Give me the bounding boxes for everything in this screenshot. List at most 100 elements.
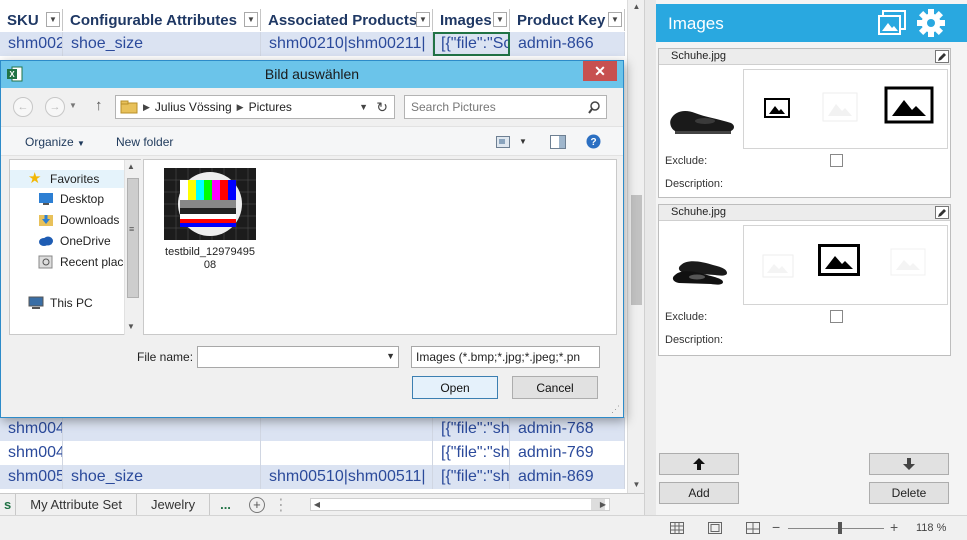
scroll-up-icon[interactable]: ▲ bbox=[628, 0, 645, 14]
header-product-key[interactable]: Product Key ▼ bbox=[510, 9, 625, 31]
organize-button[interactable]: Organize ▼ bbox=[25, 135, 85, 149]
cell-product-key[interactable]: admin-866 bbox=[510, 32, 625, 56]
image-thumb-faded-icon[interactable] bbox=[822, 92, 858, 122]
resize-grip-icon[interactable]: ⋰ bbox=[611, 404, 620, 415]
filetype-select[interactable]: Images (*.bmp;*.jpg;*.jpeg;*.pn bbox=[411, 346, 600, 368]
header-associated-products[interactable]: Associated Products ▼ bbox=[261, 9, 433, 31]
edit-pencil-icon[interactable] bbox=[935, 50, 949, 63]
cancel-button[interactable]: Cancel bbox=[512, 376, 598, 399]
move-down-button[interactable] bbox=[869, 453, 949, 475]
view-options-icon[interactable] bbox=[496, 136, 510, 148]
nav-item-this-pc[interactable]: This PC bbox=[28, 296, 93, 310]
zoom-slider[interactable] bbox=[788, 528, 884, 529]
cell-images[interactable]: [{"file":"sh bbox=[433, 465, 510, 489]
zoom-level[interactable]: 118 % bbox=[916, 522, 946, 534]
exclude-checkbox[interactable] bbox=[830, 310, 843, 323]
sheet-tab-my-attribute-set[interactable]: My Attribute Set bbox=[16, 493, 137, 516]
preview-pane-icon[interactable] bbox=[550, 135, 566, 149]
cell-images[interactable]: [{"file":"sh bbox=[433, 417, 510, 441]
gear-icon[interactable] bbox=[916, 8, 946, 38]
cell-associated[interactable] bbox=[261, 417, 433, 441]
zoom-out-icon[interactable]: − bbox=[772, 519, 780, 535]
move-up-button[interactable] bbox=[659, 453, 739, 475]
scroll-down-icon[interactable]: ▼ bbox=[628, 478, 645, 492]
image-icon[interactable] bbox=[878, 10, 906, 36]
cell-product-key[interactable]: admin-768 bbox=[510, 417, 625, 441]
breadcrumb-pictures[interactable]: Pictures bbox=[249, 100, 292, 114]
normal-view-icon[interactable] bbox=[670, 522, 684, 534]
back-arrow-icon[interactable]: ← bbox=[13, 97, 33, 117]
filename-dropdown-icon[interactable]: ▼ bbox=[386, 351, 395, 361]
header-configurable-attributes[interactable]: Configurable Attributes ▼ bbox=[63, 9, 261, 31]
image-thumb-selected-icon[interactable] bbox=[818, 244, 860, 276]
nav-scrollbar[interactable]: ▲ ≡ ▼ bbox=[124, 160, 141, 335]
page-break-icon[interactable] bbox=[746, 522, 760, 534]
nav-item-desktop[interactable]: Desktop bbox=[38, 192, 104, 206]
address-dropdown-icon[interactable]: ▼ bbox=[359, 102, 368, 112]
cell-sku[interactable]: shm004 bbox=[0, 417, 63, 441]
forward-arrow-icon[interactable]: → bbox=[45, 97, 65, 117]
cell-associated[interactable]: shm00210|shm00211| bbox=[261, 32, 433, 56]
filter-dropdown-icon[interactable]: ▼ bbox=[416, 12, 430, 27]
address-bar[interactable]: ▶ Julius Vössing ▶ Pictures ▼ ↻ bbox=[115, 95, 395, 119]
add-sheet-icon[interactable]: + bbox=[248, 496, 265, 513]
search-icon[interactable] bbox=[588, 101, 600, 114]
nav-scroll-thumb[interactable] bbox=[127, 178, 139, 298]
nav-item-favorites[interactable]: ★ Favorites bbox=[10, 170, 124, 188]
horizontal-scrollbar[interactable]: ◀ ▶ bbox=[310, 498, 610, 511]
cell-associated[interactable]: shm00510|shm00511| bbox=[261, 465, 433, 489]
cell-images[interactable]: [{"file":"sh bbox=[433, 441, 510, 465]
refresh-icon[interactable]: ↻ bbox=[376, 99, 388, 116]
edit-pencil-icon[interactable] bbox=[935, 206, 949, 219]
image-thumb-icon[interactable] bbox=[764, 98, 790, 118]
cell-sku[interactable]: shm005 bbox=[0, 465, 63, 489]
sheet-tab-jewelry[interactable]: Jewelry bbox=[137, 493, 211, 516]
zoom-slider-thumb[interactable] bbox=[838, 522, 842, 534]
cell-associated[interactable] bbox=[261, 441, 433, 465]
header-images[interactable]: Images ▼ bbox=[433, 9, 510, 31]
search-input[interactable]: Search Pictures bbox=[404, 95, 607, 119]
cell-product-key[interactable]: admin-869 bbox=[510, 465, 625, 489]
image-thumb-large-icon[interactable] bbox=[884, 86, 934, 124]
nav-item-onedrive[interactable]: OneDrive bbox=[38, 234, 111, 248]
image-thumb-faded-icon[interactable] bbox=[890, 248, 926, 276]
header-sku[interactable]: SKU ▼ bbox=[0, 9, 63, 31]
pane-separator[interactable] bbox=[644, 0, 656, 515]
filename-input[interactable]: ▼ bbox=[197, 346, 399, 368]
cell-sku[interactable]: shm004 bbox=[0, 441, 63, 465]
scroll-right-icon[interactable]: ▶ bbox=[597, 499, 609, 510]
cell-sku[interactable]: shm002 bbox=[0, 32, 63, 56]
scroll-down-icon[interactable]: ▼ bbox=[127, 322, 135, 331]
help-icon[interactable]: ? bbox=[586, 134, 601, 149]
vertical-scrollbar[interactable]: ▲ ▼ bbox=[627, 0, 644, 493]
sheet-tab-active[interactable]: s bbox=[0, 493, 17, 516]
exclude-checkbox[interactable] bbox=[830, 154, 843, 167]
cell-images-selected[interactable]: [{"file":"Sc bbox=[433, 32, 510, 56]
filter-dropdown-icon[interactable]: ▼ bbox=[244, 12, 258, 27]
image-thumb-faded-icon[interactable] bbox=[762, 254, 794, 278]
filter-dropdown-icon[interactable]: ▼ bbox=[493, 12, 507, 27]
breadcrumb-user[interactable]: Julius Vössing bbox=[155, 100, 232, 114]
scroll-up-icon[interactable]: ▲ bbox=[127, 162, 135, 171]
new-folder-button[interactable]: New folder bbox=[116, 135, 173, 149]
delete-button[interactable]: Delete bbox=[869, 482, 949, 504]
file-item[interactable]: testbild_12979495 08 bbox=[144, 160, 274, 280]
nav-item-downloads[interactable]: Downloads bbox=[38, 213, 119, 227]
up-arrow-icon[interactable]: ↑ bbox=[95, 97, 103, 114]
cell-attributes[interactable] bbox=[63, 441, 261, 465]
scroll-thumb[interactable] bbox=[631, 195, 642, 305]
cell-product-key[interactable]: admin-769 bbox=[510, 441, 625, 465]
page-layout-icon[interactable] bbox=[708, 522, 722, 534]
cell-attributes[interactable] bbox=[63, 417, 261, 441]
open-button[interactable]: Open bbox=[412, 376, 498, 399]
view-dropdown-icon[interactable]: ▼ bbox=[519, 137, 527, 146]
dialog-titlebar[interactable]: X Bild auswählen ✕ bbox=[1, 61, 623, 88]
sheet-tab-more[interactable]: ... bbox=[210, 494, 241, 516]
filter-dropdown-icon[interactable]: ▼ bbox=[46, 12, 60, 27]
cell-attributes[interactable]: shoe_size bbox=[63, 32, 261, 56]
cell-attributes[interactable]: shoe_size bbox=[63, 465, 261, 489]
recent-locations-icon[interactable]: ▼ bbox=[69, 101, 77, 110]
tab-options-icon[interactable]: ⋮ bbox=[273, 495, 289, 515]
nav-item-recent-places[interactable]: Recent place bbox=[38, 255, 130, 269]
close-icon[interactable]: ✕ bbox=[583, 61, 617, 81]
